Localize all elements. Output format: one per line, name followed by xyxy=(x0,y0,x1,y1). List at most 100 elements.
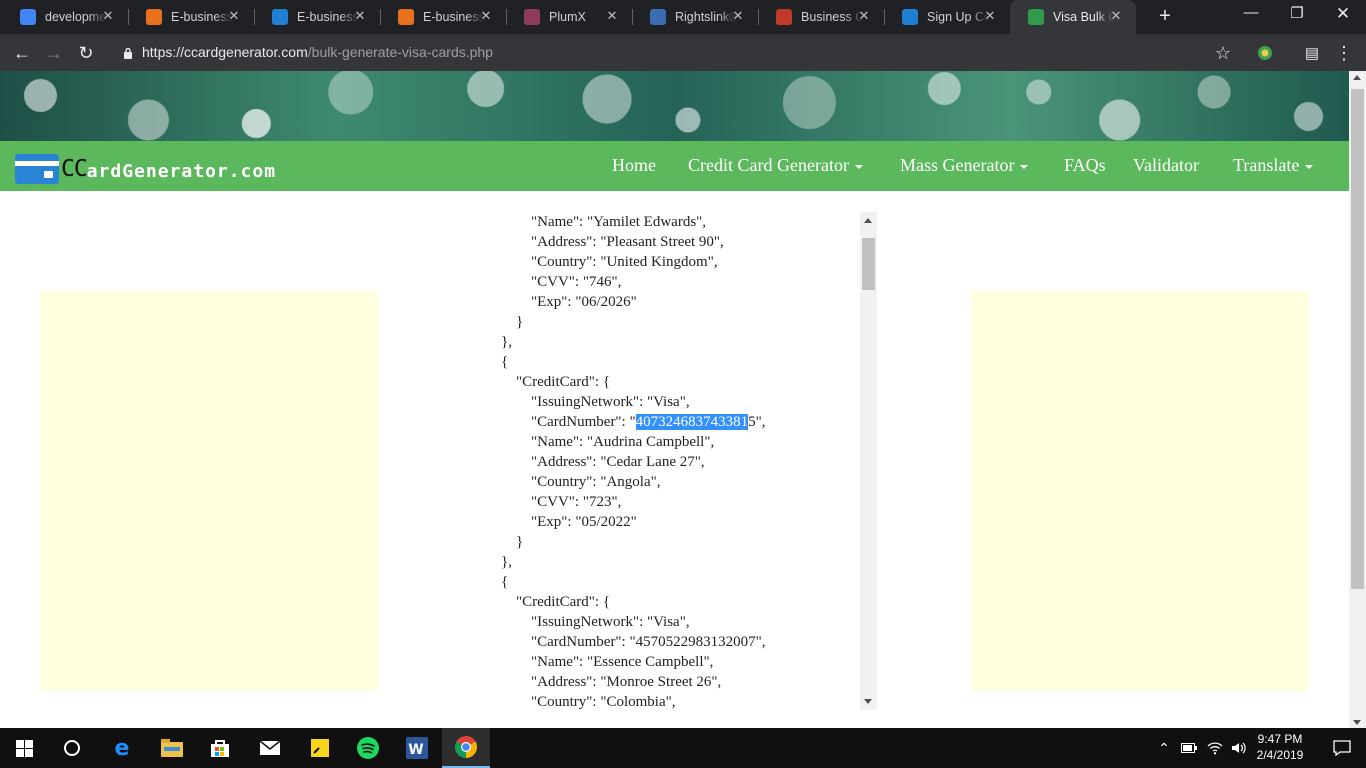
back-button[interactable]: ← xyxy=(10,41,34,65)
close-tab-icon[interactable]: ✕ xyxy=(982,8,998,24)
minimize-button[interactable]: — xyxy=(1228,4,1274,21)
reload-button[interactable]: ↻ xyxy=(74,41,98,65)
close-tab-icon[interactable]: ✕ xyxy=(352,8,368,24)
spotify-taskbar-icon[interactable] xyxy=(344,728,392,768)
nav-home[interactable]: Home xyxy=(612,155,656,176)
battery-icon[interactable] xyxy=(1176,728,1202,768)
elsevier-icon xyxy=(146,9,162,25)
clock-time: 9:47 PM xyxy=(1257,732,1303,746)
wifi-icon[interactable] xyxy=(1202,728,1228,768)
edge-icon xyxy=(272,9,288,25)
browser-tab[interactable]: PlumX ✕ xyxy=(506,0,632,34)
close-window-button[interactable]: ✕ xyxy=(1320,4,1366,24)
selected-card-number: 407324683743381 xyxy=(635,414,749,430)
browser-tab[interactable]: Visa Bulk Cr ✕ xyxy=(1010,0,1136,34)
nav-validator[interactable]: Validator xyxy=(1133,155,1199,176)
close-tab-icon[interactable]: ✕ xyxy=(100,8,116,24)
tab-strip: development✕E-business✕E-business✕E-busi… xyxy=(0,0,1366,34)
ad-placeholder-left xyxy=(40,291,378,691)
card-icon xyxy=(1028,9,1044,25)
url-domain: https://ccardgenerator.com xyxy=(142,44,308,60)
page-scrollbar-thumb[interactable] xyxy=(1351,89,1364,589)
browser-tab[interactable]: E-business ✕ xyxy=(254,0,380,34)
tab-title: E-business xyxy=(297,10,359,24)
caret-down-icon xyxy=(1020,164,1029,169)
cast-icon[interactable]: ▤ xyxy=(1300,41,1324,65)
scroll-up-arrow-icon[interactable] xyxy=(864,218,872,223)
output-scrollbar[interactable] xyxy=(860,212,877,710)
menu-kebab-icon[interactable]: ⋮ xyxy=(1332,41,1356,65)
svg-text:W: W xyxy=(408,742,423,758)
logo-text: ardGenerator.com xyxy=(86,160,277,182)
system-clock[interactable]: 9:47 PM 2/4/2019 xyxy=(1250,731,1310,763)
close-tab-icon[interactable]: ✕ xyxy=(478,8,494,24)
tab-title: Rightslink® xyxy=(675,10,737,24)
edge-taskbar-icon[interactable]: e xyxy=(98,728,146,768)
web-page: CC ardGenerator.com Home Credit Card Gen… xyxy=(0,71,1349,729)
google-scholar-icon xyxy=(20,9,36,25)
new-tab-button[interactable]: + xyxy=(1155,5,1175,28)
start-button[interactable] xyxy=(0,728,48,768)
chrome-taskbar-icon[interactable] xyxy=(442,728,490,768)
svg-text:e: e xyxy=(115,736,130,760)
address-bar[interactable]: https://ccardgenerator.com/bulk-generate… xyxy=(142,44,493,60)
page-scrollbar[interactable] xyxy=(1349,71,1366,729)
browser-tab[interactable]: E-business ✕ xyxy=(380,0,506,34)
close-tab-icon[interactable]: ✕ xyxy=(226,8,242,24)
book-icon xyxy=(776,9,792,25)
page-scroll-up-arrow-icon[interactable] xyxy=(1353,75,1361,80)
windows-taskbar: e W ⌃ 9:47 PM 2/4/2019 xyxy=(0,728,1366,768)
caret-down-icon xyxy=(854,164,863,169)
browser-tab[interactable]: Sign Up Co ✕ xyxy=(884,0,1010,34)
page-scroll-down-arrow-icon[interactable] xyxy=(1353,720,1361,725)
plumx-icon xyxy=(524,9,540,25)
close-tab-icon[interactable]: ✕ xyxy=(1108,8,1124,24)
rightslink-icon xyxy=(650,9,666,25)
ad-placeholder-right xyxy=(971,291,1309,691)
bookmark-star-icon[interactable]: ☆ xyxy=(1211,41,1235,65)
nav-credit-card-generator[interactable]: Credit Card Generator xyxy=(688,155,863,176)
close-tab-icon[interactable]: ✕ xyxy=(604,8,620,24)
extension-icon[interactable] xyxy=(1253,41,1277,65)
store-taskbar-icon[interactable] xyxy=(196,728,244,768)
json-output-text[interactable]: "Name": "Yamilet Edwards", "Address": "P… xyxy=(501,212,765,710)
header-banner xyxy=(0,71,1349,141)
tab-title: development xyxy=(45,10,107,24)
show-hidden-icons-chevron-icon[interactable]: ⌃ xyxy=(1150,728,1178,768)
nav-translate[interactable]: Translate xyxy=(1233,155,1314,176)
browser-tab[interactable]: development✕ xyxy=(2,0,128,34)
sticky-notes-taskbar-icon[interactable] xyxy=(296,728,344,768)
site-logo[interactable]: CC ardGenerator.com xyxy=(15,154,276,184)
scroll-down-arrow-icon[interactable] xyxy=(864,699,872,704)
browser-tab[interactable]: E-business ✕ xyxy=(128,0,254,34)
url-path: /bulk-generate-visa-cards.php xyxy=(307,44,493,60)
tab-title: Visa Bulk Cr xyxy=(1053,10,1115,24)
tab-title: Business Co xyxy=(801,10,863,24)
close-tab-icon[interactable]: ✕ xyxy=(856,8,872,24)
windows-logo-icon xyxy=(15,739,33,757)
nav-faqs[interactable]: FAQs xyxy=(1064,155,1106,176)
action-center-icon[interactable] xyxy=(1318,728,1366,768)
mail-taskbar-icon[interactable] xyxy=(246,728,294,768)
forward-button[interactable]: → xyxy=(42,41,66,65)
site-navbar: CC ardGenerator.com Home Credit Card Gen… xyxy=(0,141,1349,191)
browser-tab[interactable]: Rightslink® ✕ xyxy=(632,0,758,34)
tab-title: Sign Up Co xyxy=(927,10,989,24)
cortana-circle-icon xyxy=(64,740,80,756)
nav-mass-generator[interactable]: Mass Generator xyxy=(900,155,1029,176)
restore-button[interactable]: ❐ xyxy=(1274,4,1320,22)
browser-toolbar: ← → ↻ https://ccardgenerator.com/bulk-ge… xyxy=(0,34,1366,71)
volume-icon[interactable] xyxy=(1226,728,1252,768)
json-output-box[interactable]: "Name": "Yamilet Edwards", "Address": "P… xyxy=(497,212,877,710)
caret-down-icon xyxy=(1305,164,1314,169)
word-taskbar-icon[interactable]: W xyxy=(393,728,441,768)
cortana-search-button[interactable] xyxy=(48,728,96,768)
output-scrollbar-thumb[interactable] xyxy=(862,238,875,290)
file-explorer-taskbar-icon[interactable] xyxy=(148,728,196,768)
clock-date: 2/4/2019 xyxy=(1256,748,1304,762)
edge-icon xyxy=(902,9,918,25)
tab-title: PlumX xyxy=(549,10,586,24)
close-tab-icon[interactable]: ✕ xyxy=(730,8,746,24)
browser-tab[interactable]: Business Co✕ xyxy=(758,0,884,34)
tab-title: E-business xyxy=(171,10,233,24)
